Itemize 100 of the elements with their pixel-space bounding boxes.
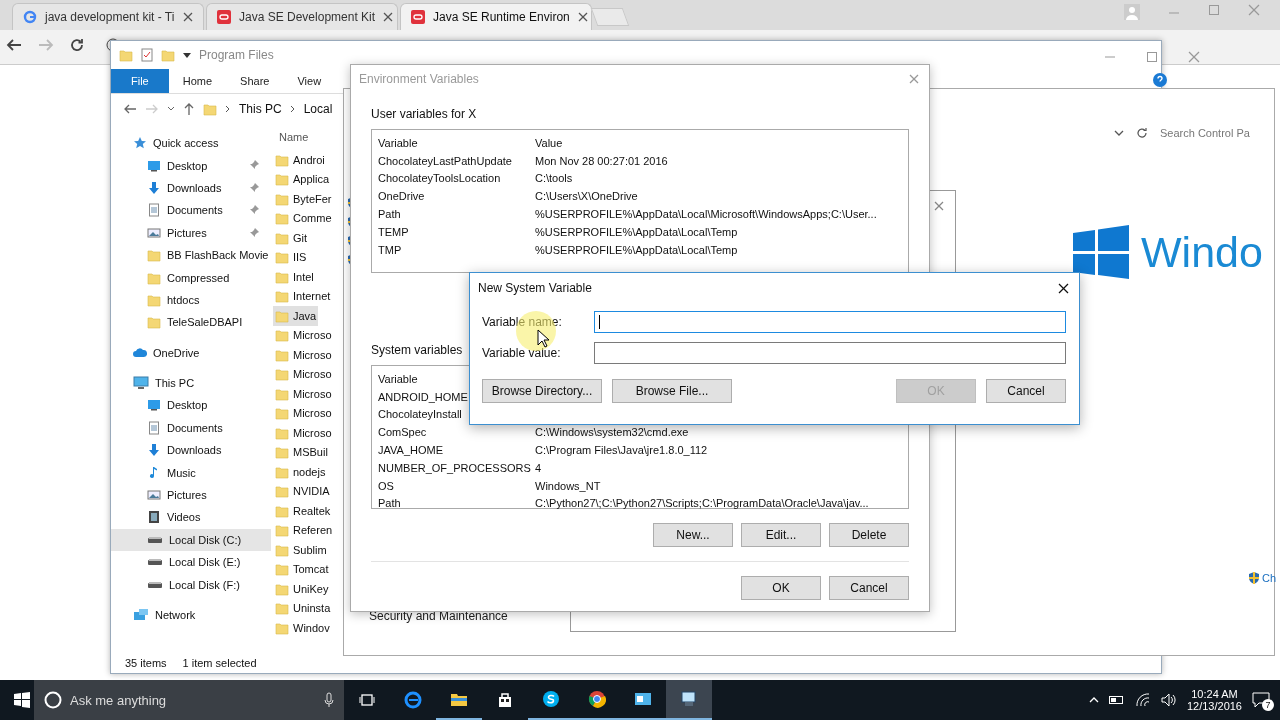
chevron-down-icon[interactable] (167, 105, 175, 113)
folder-item[interactable]: Applica (273, 169, 332, 189)
dialog-button[interactable]: Browse File... (612, 379, 732, 403)
nav-item[interactable]: Music (111, 461, 271, 484)
folder-item[interactable]: NVIDIA (273, 481, 332, 501)
clock-date[interactable]: 12/13/2016 (1186, 700, 1242, 712)
wifi-icon[interactable] (1134, 693, 1151, 707)
microphone-icon[interactable] (324, 692, 334, 708)
close-icon[interactable] (383, 12, 394, 22)
nav-item[interactable]: BB FlashBack Movie (111, 243, 271, 267)
folder-item[interactable]: Git (273, 228, 310, 248)
browser-tab[interactable]: Java SE Runtime Environ (400, 3, 592, 30)
back-arrow-icon[interactable] (6, 38, 22, 52)
folder-item[interactable]: Uninsta (273, 598, 333, 618)
nav-item[interactable]: Local Disk (C:) (111, 528, 271, 552)
nav-item[interactable]: Desktop (111, 154, 271, 177)
folder-item[interactable]: Microso (273, 325, 334, 345)
ribbon-tab[interactable]: View (283, 69, 336, 93)
nav-item[interactable]: Documents (111, 416, 271, 440)
dialog-button[interactable]: Cancel (829, 576, 909, 600)
column-header[interactable]: Value (535, 136, 563, 149)
browser-tab[interactable]: java development kit - Ti (12, 3, 204, 30)
windows-logo-icon (1073, 225, 1129, 279)
browser-tab[interactable]: Java SE Development Kit (206, 3, 398, 30)
folder-item[interactable]: Referen (273, 520, 335, 540)
ribbon-tab[interactable]: Home (168, 69, 227, 93)
reload-icon[interactable] (70, 38, 84, 52)
folder-item[interactable]: Tomcat (273, 559, 331, 579)
nav-item[interactable]: Network (111, 603, 271, 627)
nav-item[interactable]: This PC (111, 371, 271, 395)
volume-icon[interactable] (1160, 693, 1177, 707)
folder-item[interactable]: Sublim (273, 540, 329, 560)
taskbar-app[interactable] (666, 680, 712, 720)
nav-item[interactable]: htdocs (111, 288, 271, 312)
input-field[interactable] (594, 311, 1066, 333)
nav-item[interactable]: Downloads (111, 176, 271, 200)
section-title[interactable]: Security and Maintenance (369, 609, 508, 623)
input-field[interactable] (594, 342, 1066, 364)
network-icon (133, 608, 149, 622)
nav-item[interactable]: Videos (111, 506, 271, 529)
folder-item[interactable]: Microso (273, 345, 334, 365)
nav-item[interactable]: Quick access (111, 132, 271, 155)
settings-link[interactable]: Ch (1262, 572, 1277, 584)
nav-item[interactable]: Local Disk (E:) (111, 551, 271, 574)
folder-item[interactable]: Comme (273, 208, 334, 228)
search-field[interactable]: Ask me anything (34, 680, 344, 720)
nav-item[interactable]: Compressed (111, 266, 271, 289)
up-arrow-icon[interactable] (183, 102, 195, 116)
close-icon[interactable] (577, 12, 588, 22)
dialog-button[interactable]: Cancel (986, 379, 1066, 403)
nav-item[interactable]: TeleSaleDBAPI (111, 311, 271, 334)
folder-item[interactable]: Microso (273, 384, 334, 404)
folder-item[interactable]: Microso (273, 364, 334, 384)
nav-item[interactable]: Local Disk (F:) (111, 573, 271, 596)
close-icon[interactable] (183, 12, 193, 22)
nav-item[interactable]: Documents (111, 199, 271, 222)
folder-item[interactable]: ByteFer (273, 189, 334, 209)
dialog-button[interactable]: Edit... (741, 523, 821, 547)
nav-item[interactable]: Pictures (111, 483, 271, 507)
folder-item[interactable]: Androi (273, 150, 327, 170)
chevron-down-icon[interactable] (1114, 129, 1124, 137)
dialog-button[interactable]: OK (741, 576, 821, 600)
folder-item[interactable]: Microso (273, 403, 334, 423)
folder-item[interactable]: Intel (273, 267, 316, 287)
folder-item[interactable]: IIS (273, 247, 309, 267)
refresh-icon[interactable] (1136, 127, 1148, 139)
breadcrumb-item[interactable]: This PC (239, 102, 282, 116)
clock-time[interactable]: 10:24 AM (1191, 688, 1238, 700)
properties-icon[interactable] (141, 48, 153, 62)
nav-item[interactable]: Downloads (111, 439, 271, 462)
folder-item[interactable]: Microso (273, 423, 334, 443)
column-header[interactable]: Variable (378, 136, 418, 149)
battery-icon[interactable] (1108, 695, 1125, 705)
chevron-up-icon[interactable] (1088, 696, 1099, 704)
folder-item[interactable]: Java (273, 306, 319, 326)
dropdown-caret-icon[interactable] (183, 51, 191, 59)
folder-item[interactable]: Internet (273, 286, 333, 306)
nav-item[interactable]: Desktop (111, 394, 271, 417)
folder-item[interactable]: nodejs (273, 462, 328, 482)
file-menu-tab[interactable]: File (111, 69, 169, 93)
folder-item[interactable]: Realtek (273, 501, 333, 521)
dialog-button[interactable]: New... (653, 523, 733, 547)
column-header[interactable]: Name (273, 124, 309, 150)
windows-start-icon[interactable] (14, 692, 30, 708)
folder-item[interactable]: Windov (273, 618, 332, 638)
folder-item[interactable]: MSBuil (273, 442, 330, 462)
help-icon[interactable] (1153, 73, 1167, 87)
maximize-icon[interactable] (1146, 51, 1158, 63)
folder-icon (161, 48, 175, 62)
search-field[interactable]: Search Control Pa (1160, 127, 1250, 139)
nav-item[interactable]: OneDrive (111, 341, 271, 364)
close-icon[interactable] (1058, 282, 1069, 294)
column-header[interactable]: Variable (378, 372, 418, 385)
folder-item[interactable]: UniKey (273, 579, 331, 599)
breadcrumb-item[interactable]: Local (303, 102, 333, 116)
back-arrow-icon[interactable] (123, 103, 137, 115)
nav-item[interactable]: Pictures (111, 221, 271, 244)
dialog-button[interactable]: Delete (829, 523, 909, 547)
dialog-button[interactable]: Browse Directory... (482, 379, 602, 403)
ribbon-tab[interactable]: Share (226, 69, 284, 93)
